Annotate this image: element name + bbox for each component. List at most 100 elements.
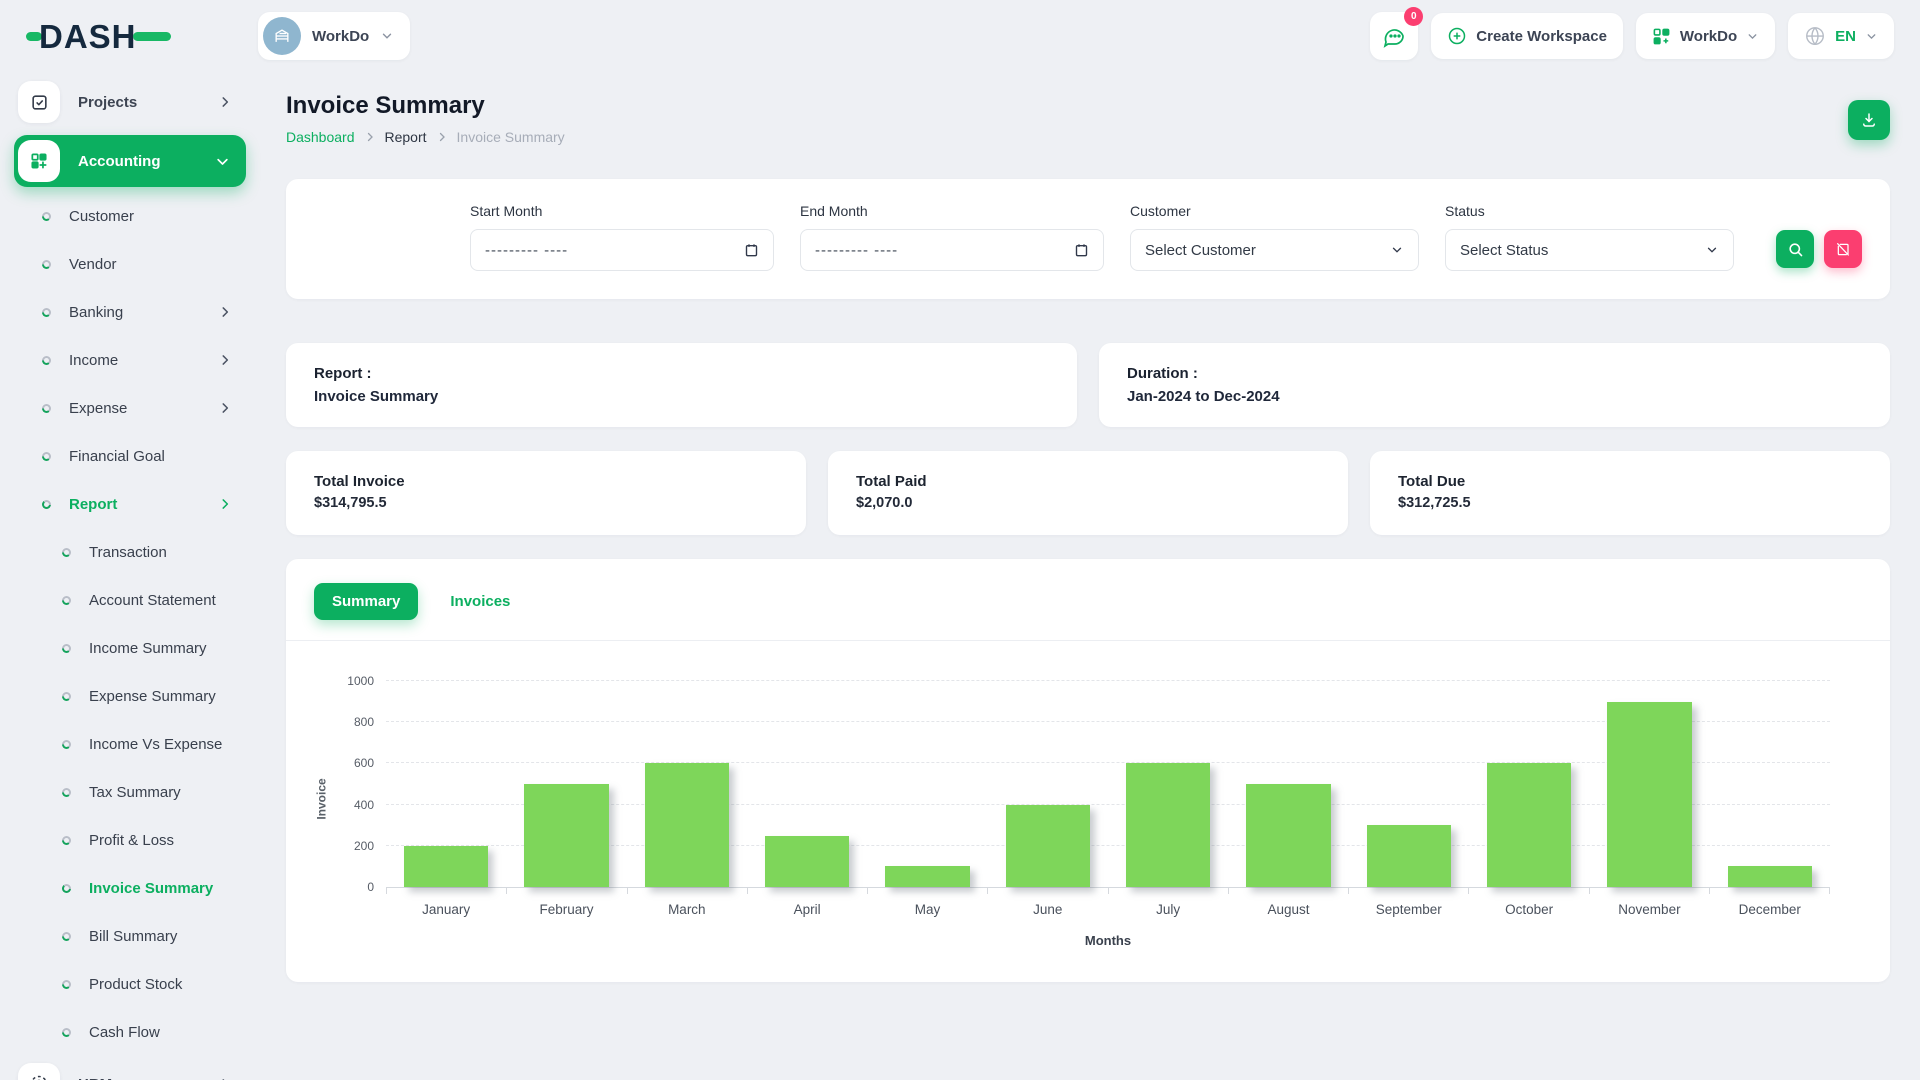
report-info-card: Report : Invoice Summary	[286, 343, 1077, 427]
bullet-icon	[62, 548, 71, 557]
sidebar-item-expense-summary[interactable]: Expense Summary	[14, 672, 246, 720]
sidebar-item-projects[interactable]: Projects	[14, 74, 246, 130]
total-due-card: Total Due $312,725.5	[1370, 451, 1890, 535]
bar-slot	[1710, 681, 1830, 887]
y-tick-label: 400	[326, 798, 374, 812]
sidebar-item-vendor[interactable]: Vendor	[14, 240, 246, 288]
bar-july[interactable]	[1126, 763, 1210, 887]
bullet-icon	[62, 692, 71, 701]
chevron-right-icon	[218, 497, 232, 511]
tab-summary[interactable]: Summary	[314, 583, 418, 620]
page-title: Invoice Summary	[286, 92, 565, 120]
bar-november[interactable]	[1607, 702, 1691, 887]
topbar: DASH WorkDo 0 Create Workspace	[0, 0, 1920, 72]
chat-bubble-icon	[1382, 24, 1406, 48]
bar-may[interactable]	[885, 866, 969, 887]
create-workspace-label: Create Workspace	[1476, 28, 1607, 45]
customer-select[interactable]: Select Customer	[1130, 229, 1419, 271]
bar-august[interactable]	[1246, 784, 1330, 887]
bar-june[interactable]	[1006, 805, 1090, 887]
bar-january[interactable]	[404, 846, 488, 887]
reset-filter-button[interactable]	[1824, 230, 1862, 268]
y-tick-label: 600	[326, 756, 374, 770]
x-axis-title: Months	[386, 933, 1830, 948]
bar-february[interactable]	[524, 784, 608, 887]
download-button[interactable]	[1848, 100, 1890, 140]
bar-april[interactable]	[765, 836, 849, 888]
y-tick-label: 1000	[326, 674, 374, 688]
apply-filter-button[interactable]	[1776, 230, 1814, 268]
sidebar-item-transaction[interactable]: Transaction	[14, 528, 246, 576]
bullet-icon	[42, 452, 51, 461]
sidebar-item-cash-flow[interactable]: Cash Flow	[14, 1008, 246, 1056]
sidebar-item-tax-summary[interactable]: Tax Summary	[14, 768, 246, 816]
workspace-name: WorkDo	[312, 28, 369, 45]
tab-invoices[interactable]: Invoices	[432, 583, 528, 620]
workdo-menu-button[interactable]: WorkDo	[1636, 13, 1775, 59]
start-month-input[interactable]: --------- ----	[470, 229, 774, 271]
sidebar-item-account-statement[interactable]: Account Statement	[14, 576, 246, 624]
bar-slot	[867, 681, 987, 887]
chevron-down-icon	[1390, 243, 1404, 257]
bullet-icon	[62, 644, 71, 653]
sidebar-item-income[interactable]: Income	[14, 336, 246, 384]
plus-circle-icon	[1447, 26, 1467, 46]
sidebar-item-hrm[interactable]: HRM	[14, 1056, 246, 1080]
chevron-right-icon	[218, 305, 232, 319]
sidebar-item-label: Income Summary	[89, 640, 207, 657]
sidebar-item-profit-loss[interactable]: Profit & Loss	[14, 816, 246, 864]
bar-slot	[1589, 681, 1709, 887]
globe-icon	[1804, 25, 1826, 47]
bullet-icon	[42, 260, 51, 269]
sidebar-item-label: Transaction	[89, 544, 167, 561]
total-due-label: Total Due	[1398, 473, 1862, 490]
checkbox-icon	[18, 81, 60, 123]
x-axis-labels: JanuaryFebruaryMarchAprilMayJuneJulyAugu…	[386, 902, 1830, 917]
create-workspace-button[interactable]: Create Workspace	[1431, 13, 1623, 59]
sidebar-item-label: Tax Summary	[89, 784, 181, 801]
bar-slot	[1469, 681, 1589, 887]
total-paid-card: Total Paid $2,070.0	[828, 451, 1348, 535]
sidebar-item-label: Accounting	[78, 153, 161, 170]
x-tick-label: June	[988, 902, 1108, 917]
end-month-value: --------- ----	[815, 242, 898, 259]
sidebar-item-invoice-summary[interactable]: Invoice Summary	[14, 864, 246, 912]
sidebar-item-label: Income	[69, 352, 118, 369]
bar-october[interactable]	[1487, 763, 1571, 887]
sidebar-item-accounting[interactable]: Accounting	[14, 135, 246, 187]
bar-slot	[747, 681, 867, 887]
calendar-icon	[744, 242, 759, 258]
sidebar-item-income-summary[interactable]: Income Summary	[14, 624, 246, 672]
sidebar-item-financial-goal[interactable]: Financial Goal	[14, 432, 246, 480]
sidebar-item-expense[interactable]: Expense	[14, 384, 246, 432]
sidebar-item-banking[interactable]: Banking	[14, 288, 246, 336]
end-month-input[interactable]: --------- ----	[800, 229, 1104, 271]
breadcrumb-dashboard[interactable]: Dashboard	[286, 129, 355, 145]
bar-march[interactable]	[645, 763, 729, 887]
y-tick-label: 800	[326, 715, 374, 729]
sidebar-item-label: Bill Summary	[89, 928, 177, 945]
bar-december[interactable]	[1728, 866, 1812, 887]
sidebar-item-bill-summary[interactable]: Bill Summary	[14, 912, 246, 960]
sidebar-item-income-vs-expense[interactable]: Income Vs Expense	[14, 720, 246, 768]
language-button[interactable]: EN	[1788, 13, 1894, 59]
sidebar-item-label: Profit & Loss	[89, 832, 174, 849]
sidebar-item-customer[interactable]: Customer	[14, 192, 246, 240]
sidebar-item-product-stock[interactable]: Product Stock	[14, 960, 246, 1008]
customer-label: Customer	[1130, 203, 1419, 219]
breadcrumb-invoice-summary: Invoice Summary	[457, 129, 565, 145]
sidebar-item-report[interactable]: Report	[14, 480, 246, 528]
breadcrumb-report: Report	[385, 129, 427, 145]
sidebar: Projects Accounting CustomerVendor Banking I…	[0, 72, 258, 1080]
workspace-switcher[interactable]: WorkDo	[258, 12, 410, 60]
bar-september[interactable]	[1367, 825, 1451, 887]
status-select[interactable]: Select Status	[1445, 229, 1734, 271]
sidebar-item-label: Banking	[69, 304, 123, 321]
x-tick	[1469, 888, 1589, 894]
bullet-icon	[42, 212, 51, 221]
duration-info-card: Duration : Jan-2024 to Dec-2024	[1099, 343, 1890, 427]
bar-slot	[1108, 681, 1228, 887]
messages-button[interactable]: 0	[1370, 12, 1418, 60]
chevron-right-icon	[218, 95, 232, 109]
chevron-right-icon	[218, 353, 232, 367]
